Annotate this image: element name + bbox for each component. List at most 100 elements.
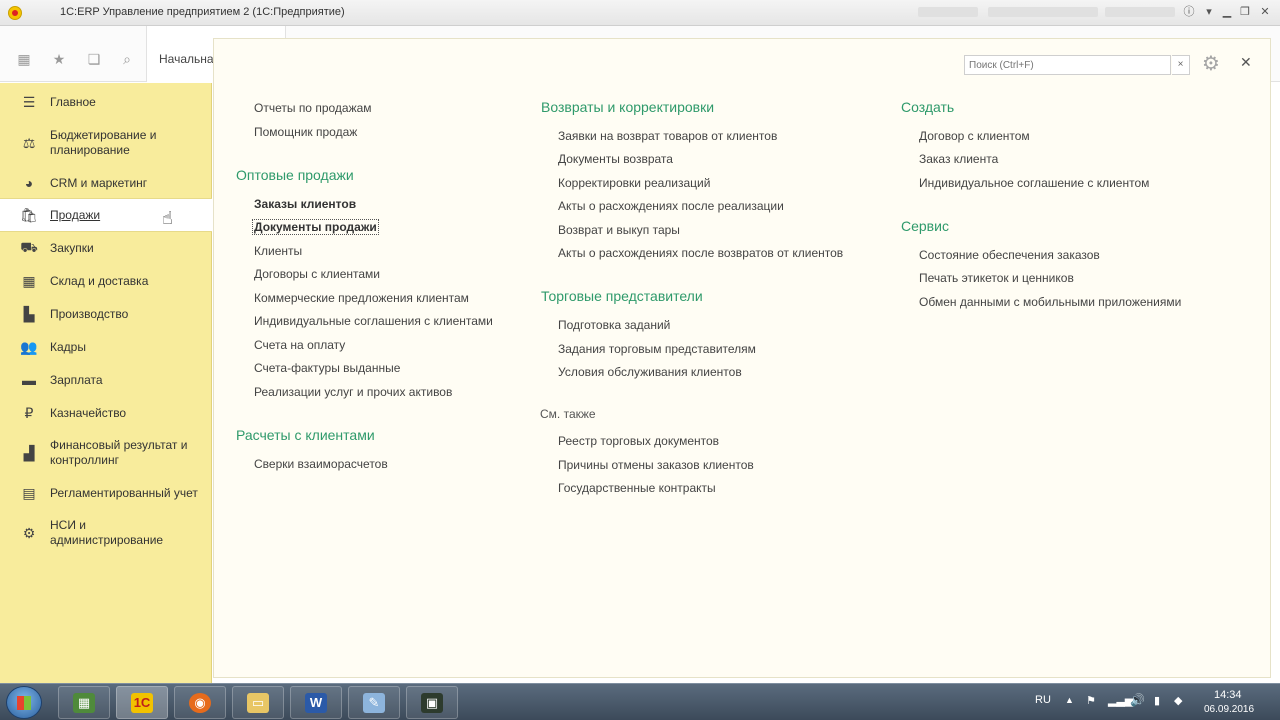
sidebar-item-regulated-accounting[interactable]: ▤ Регламентированный учет <box>0 484 212 502</box>
sidebar-item-administration[interactable]: ⚙ НСИ и администрирование <box>0 517 212 549</box>
sidebar-item-main[interactable]: ☰ Главное <box>0 93 212 111</box>
pie-chart-icon: ◕ <box>24 175 34 191</box>
link-discrepancy-acts-returns[interactable]: Акты о расхождениях после возвратов от к… <box>558 246 843 260</box>
sidebar-item-sales[interactable]: 🛍 Продажи <box>0 198 212 232</box>
language-indicator[interactable]: RU <box>1035 694 1051 706</box>
link-order-cancel-reasons[interactable]: Причины отмены заказов клиентов <box>558 458 754 472</box>
taskbar-app-word[interactable]: W <box>290 686 342 719</box>
sidebar-item-label: Продажи <box>50 207 101 222</box>
link-government-contracts[interactable]: Государственные контракты <box>558 481 716 495</box>
taskbar-app-terminal[interactable]: ▣ <box>406 686 458 719</box>
group-title-service: Сервис <box>901 218 949 234</box>
battery-icon[interactable]: ▮ <box>1154 694 1160 707</box>
close-window-button[interactable]: ✕ <box>1256 4 1274 20</box>
word-icon: W <box>305 693 327 713</box>
link-clients[interactable]: Клиенты <box>254 244 302 258</box>
link-rep-tasks[interactable]: Задания торговым представителям <box>558 342 756 356</box>
sidebar-item-production[interactable]: ▙ Производство <box>0 305 212 323</box>
minimize-button[interactable]: ▁ <box>1218 4 1236 20</box>
link-client-contracts[interactable]: Договоры с клиентами <box>254 267 380 281</box>
link-discrepancy-acts-sales[interactable]: Акты о расхождениях после реализации <box>558 199 784 213</box>
chevron-down-icon[interactable]: ▾ <box>1200 4 1218 20</box>
link-payment-invoices[interactable]: Счета на оплату <box>254 338 345 352</box>
history-icon[interactable]: ❏ <box>85 50 103 68</box>
info-icon[interactable]: ⓘ <box>1180 4 1198 20</box>
search-icon[interactable]: ⌕ <box>118 50 136 68</box>
taskbar-app-1c[interactable]: 1С <box>116 686 168 719</box>
link-sales-assistant[interactable]: Помощник продаж <box>254 125 357 139</box>
link-issued-invoices[interactable]: Счета-фактуры выданные <box>254 361 400 375</box>
link-container-return[interactable]: Возврат и выкуп тары <box>558 223 680 237</box>
sidebar-item-label: Казначейство <box>50 405 127 420</box>
group-title-settlements: Расчеты с клиентами <box>236 427 375 443</box>
gear-icon: ⚙ <box>22 524 36 541</box>
volume-icon[interactable]: 🔊 <box>1130 693 1145 707</box>
taskbar-app-file-manager[interactable]: ▦ <box>58 686 110 719</box>
file-manager-icon: ▦ <box>73 693 95 713</box>
link-order-fulfillment-status[interactable]: Состояние обеспечения заказов <box>919 248 1100 262</box>
link-customer-orders[interactable]: Заказы клиентов <box>254 197 356 211</box>
link-create-contract[interactable]: Договор с клиентом <box>919 129 1030 143</box>
group-title-wholesale: Оптовые продажи <box>236 167 354 183</box>
search-field[interactable] <box>964 55 1172 75</box>
grid-menu-icon[interactable]: ▦ <box>15 50 33 68</box>
shopping-bag-icon: 🛍 <box>20 206 38 223</box>
link-return-requests[interactable]: Заявки на возврат товаров от клиентов <box>558 129 777 143</box>
sidebar-item-label: Бюджетирование и планирование <box>50 128 157 157</box>
restore-button[interactable]: ❐ <box>1236 4 1254 20</box>
folder-icon: ▭ <box>247 693 269 713</box>
link-reconciliation[interactable]: Сверки взаиморасчетов <box>254 457 388 471</box>
close-panel-button[interactable]: ✕ <box>1240 54 1252 71</box>
link-mobile-data-exchange[interactable]: Обмен данными с мобильными приложениями <box>919 295 1181 309</box>
link-commercial-offers[interactable]: Коммерческие предложения клиентам <box>254 291 469 305</box>
show-hidden-icons-icon[interactable]: ▲ <box>1065 695 1074 705</box>
sidebar-item-budgeting[interactable]: ⚖ Бюджетирование и планирование <box>0 127 212 159</box>
sidebar-item-hr[interactable]: 👥 Кадры <box>0 338 212 356</box>
sync-icon[interactable]: ◆ <box>1174 694 1182 707</box>
sidebar-item-label: НСИ и администрирование <box>50 518 164 547</box>
link-service-sales[interactable]: Реализации услуг и прочих активов <box>254 385 452 399</box>
sidebar-item-label: Регламентированный учет <box>50 485 198 500</box>
sidebar-item-crm[interactable]: ◕ CRM и маркетинг <box>0 174 212 192</box>
flag-icon[interactable]: ⚑ <box>1086 694 1096 707</box>
sidebar-item-label: Склад и доставка <box>50 273 149 288</box>
group-title-returns: Возвраты и корректировки <box>541 99 715 115</box>
sidebar-item-salary[interactable]: ▬ Зарплата <box>0 371 212 389</box>
link-create-agreement[interactable]: Индивидуальное соглашение с клиентом <box>919 176 1149 190</box>
clear-search-button[interactable]: × <box>1172 55 1190 75</box>
taskbar: ▦ 1С ◉ ▭ W ✎ ▣ RU ▲ ⚑ ▂▃▅ 🔊 ▮ ◆ 14:34 06… <box>0 683 1280 720</box>
clock-date[interactable]: 06.09.2016 <box>1204 704 1254 715</box>
link-return-documents[interactable]: Документы возврата <box>558 152 673 166</box>
1c-logo-icon[interactable] <box>8 6 22 20</box>
hand-cursor-icon: ☝ <box>162 208 173 228</box>
link-sales-corrections[interactable]: Корректировки реализаций <box>558 176 710 190</box>
star-icon[interactable]: ★ <box>50 50 68 68</box>
link-create-order[interactable]: Заказ клиента <box>919 152 998 166</box>
sidebar-item-label: CRM и маркетинг <box>50 175 148 190</box>
group-title-create: Создать <box>901 99 955 115</box>
clock-time[interactable]: 14:34 <box>1214 689 1242 701</box>
taskbar-app-firefox[interactable]: ◉ <box>174 686 226 719</box>
sidebar-item-warehouse[interactable]: ▦ Склад и доставка <box>0 272 212 290</box>
taskbar-app-paint[interactable]: ✎ <box>348 686 400 719</box>
sidebar-item-treasury[interactable]: ₽ Казначейство <box>0 404 212 422</box>
link-trade-documents-registry[interactable]: Реестр торговых документов <box>558 434 719 448</box>
title-toolbar-placeholder <box>988 7 1098 17</box>
sidebar-item-purchases[interactable]: ⛟ Закупки <box>0 239 212 257</box>
sidebar-item-financial-result[interactable]: ▟ Финансовый результат и контроллинг <box>0 437 212 469</box>
link-sales-documents[interactable]: Документы продажи <box>252 219 379 235</box>
search-input[interactable] <box>965 56 1172 74</box>
money-icon: ▬ <box>22 372 36 388</box>
start-button[interactable] <box>6 686 42 719</box>
link-sales-reports[interactable]: Отчеты по продажам <box>254 101 372 115</box>
link-task-preparation[interactable]: Подготовка заданий <box>558 318 670 332</box>
link-print-labels[interactable]: Печать этикеток и ценников <box>919 271 1074 285</box>
link-individual-agreements[interactable]: Индивидуальные соглашения с клиентами <box>254 314 493 328</box>
coin-icon: ₽ <box>24 404 34 421</box>
link-service-conditions[interactable]: Условия обслуживания клиентов <box>558 365 742 379</box>
menu-icon: ☰ <box>22 93 36 110</box>
document-icon: ▤ <box>22 484 36 501</box>
settings-gear-icon[interactable]: ⚙ <box>1202 51 1220 76</box>
sidebar-item-label: Главное <box>50 94 96 109</box>
taskbar-app-folder[interactable]: ▭ <box>232 686 284 719</box>
